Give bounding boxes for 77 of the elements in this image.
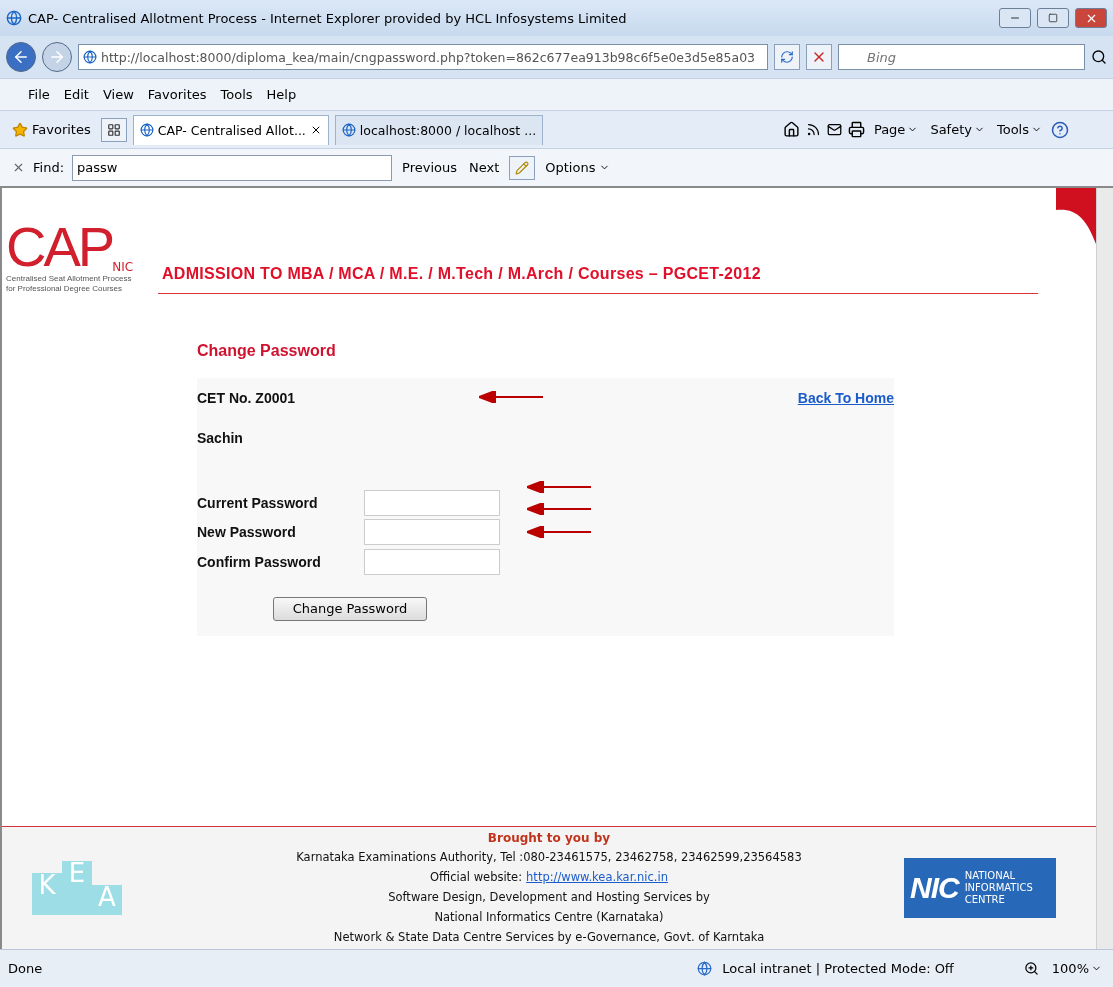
menu-item[interactable]: View	[102, 87, 134, 102]
menu-item[interactable]: Help	[266, 87, 297, 102]
favorites-button[interactable]: Favorites	[8, 119, 95, 140]
status-text: Done	[8, 961, 44, 976]
change-password-button[interactable]: Change Password	[273, 596, 427, 621]
quick-tabs-button[interactable]	[100, 117, 127, 142]
print-icon[interactable]	[847, 121, 865, 138]
highlight-button[interactable]	[509, 155, 536, 180]
pencil-icon	[515, 160, 530, 175]
menu-item[interactable]: File	[28, 87, 50, 102]
kea-logo: K E A	[32, 861, 262, 915]
candidate-name: Sachin	[197, 430, 243, 446]
help-icon[interactable]	[1051, 120, 1069, 139]
address-field[interactable]: http://localhost:8000/diploma_kea/main/cngpassword.php?token=862c677ea913b98c6f5e0e3d5e85a03	[78, 44, 768, 70]
annotation-arrow	[479, 391, 543, 403]
footer-text: Karnataka Examinations Authority, Tel :080-23461575, 23462758, 23462599,23564583	[296, 849, 802, 866]
find-label: Find:	[33, 160, 64, 175]
password-field[interactable]	[364, 548, 500, 575]
forward-button[interactable]	[42, 42, 72, 72]
browser-tab[interactable]: CAP- Centralised Allot...	[132, 114, 329, 145]
arrow-right-icon	[48, 48, 66, 66]
star-icon	[12, 121, 28, 138]
footer-text: Software Design, Development and Hosting Services by	[388, 889, 710, 906]
home-icon[interactable]	[782, 121, 800, 138]
annotation-arrow	[527, 526, 591, 538]
logo-tagline: for Professional Degree Courses	[6, 284, 123, 294]
command-menu[interactable]: Tools	[993, 122, 1045, 137]
back-to-home-link[interactable]: Back To Home	[797, 390, 894, 406]
logo-tagline: Centralised Seat Allotment Process	[6, 274, 132, 284]
zoom-icon	[1023, 961, 1039, 976]
logo-text: CAP	[6, 220, 113, 274]
menu-item[interactable]: Favorites	[147, 87, 207, 102]
mail-icon[interactable]	[826, 122, 842, 137]
field-label: Current Password	[197, 494, 319, 511]
password-field[interactable]	[364, 519, 500, 546]
footer-text: Official website:	[430, 869, 523, 886]
password-field[interactable]	[364, 489, 500, 516]
find-nav-button[interactable]: Next	[466, 160, 502, 175]
scrollbar[interactable]	[1096, 188, 1113, 949]
globe-icon	[697, 961, 713, 976]
browser-tab[interactable]: localhost:8000 / localhost ...	[334, 114, 544, 145]
search-icon[interactable]	[1091, 49, 1107, 65]
grid-icon	[106, 122, 121, 137]
website-link[interactable]: http://www.kea.kar.nic.in	[526, 867, 668, 887]
menu-item[interactable]: Tools	[220, 87, 253, 102]
search-field[interactable]: Bing	[838, 44, 1085, 70]
close-find-icon[interactable]	[12, 161, 25, 174]
maximize-icon	[1048, 13, 1058, 23]
field-label: New Password	[197, 524, 297, 541]
field-label: Confirm Password	[197, 553, 322, 570]
footer-text: National Informatics Centre (Karnataka)	[434, 909, 664, 926]
security-zone: Local intranet | Protected Mode: Off	[722, 961, 954, 976]
feed-icon[interactable]	[805, 122, 821, 137]
page-title: ADMISSION TO MBA / MCA / M.E. / M.Tech / M.Arch / Courses – PGCET-2012	[158, 265, 1038, 294]
footer-text: Network & State Data Centre Services by e-Governance, Govt. of Karntaka	[333, 929, 765, 946]
window-title: CAP- Centralised Allotment Process - Internet Explorer provided by HCL Infosystems Limited	[28, 10, 628, 26]
command-menu[interactable]: Page	[870, 122, 922, 137]
corner-decoration	[1056, 188, 1096, 244]
form-heading: Change Password	[197, 342, 337, 360]
stop-button[interactable]	[806, 44, 832, 70]
zoom-button[interactable]: 100%	[1048, 961, 1105, 976]
find-nav-button[interactable]: Previous	[400, 160, 459, 175]
command-menu[interactable]: Safety	[927, 122, 988, 137]
refresh-button[interactable]	[774, 44, 800, 70]
close-button[interactable]	[1075, 8, 1107, 28]
annotation-arrow	[527, 481, 591, 493]
refresh-icon	[780, 50, 794, 64]
cet-number: CET No. Z0001	[197, 390, 296, 406]
menu-item[interactable]: Edit	[63, 87, 89, 102]
logo-subtext: NIC	[112, 260, 134, 274]
minimize-button[interactable]	[999, 8, 1031, 28]
options-button[interactable]: Options	[543, 160, 613, 175]
annotation-arrow	[527, 503, 591, 515]
maximize-button[interactable]	[1037, 8, 1069, 28]
find-field[interactable]: passw	[72, 154, 392, 181]
footer-heading: Brought to you by	[487, 830, 611, 847]
back-button[interactable]	[6, 42, 36, 72]
